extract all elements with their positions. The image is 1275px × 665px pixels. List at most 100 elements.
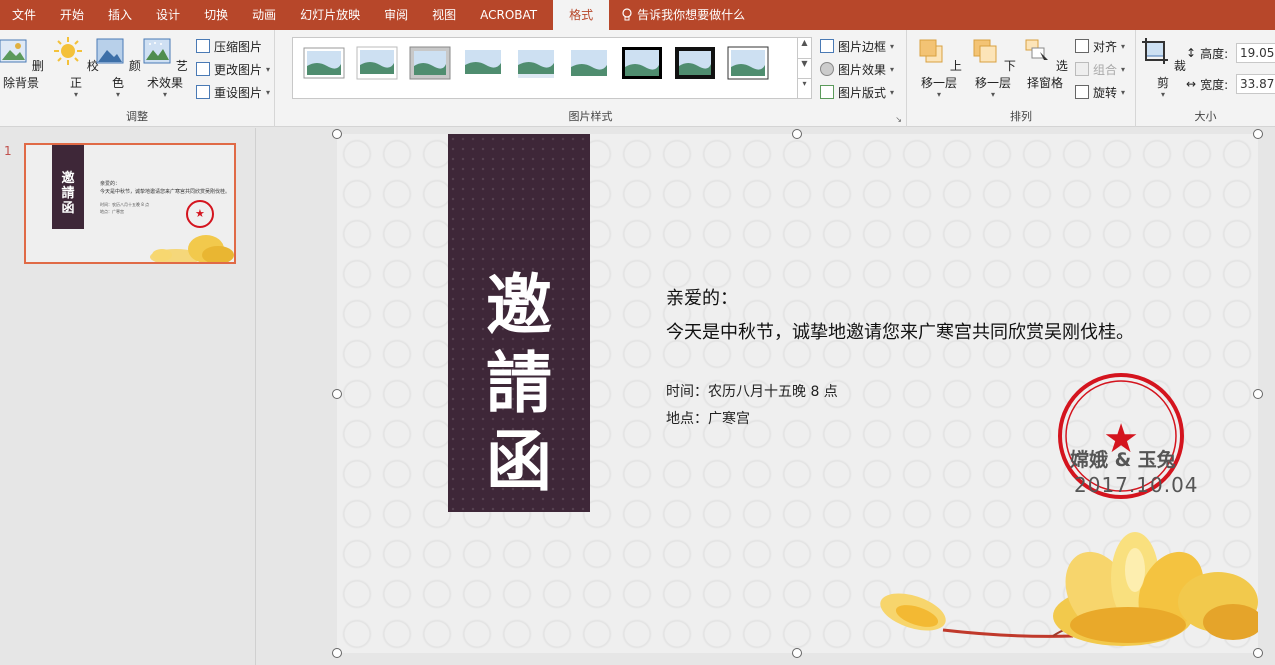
resize-handle-bottom-right[interactable] (1253, 648, 1263, 658)
style-thumb-4[interactable] (462, 46, 504, 80)
ribbon: 删除背景 校正 ▾ 颜色 ▾ 艺术效果 ▾ 压缩图片 更改图片 ▾ 重设图片 ▾… (0, 30, 1275, 127)
height-label: ↕ 高度: (1186, 46, 1229, 61)
place-text: 地点：广寒宫 (666, 411, 750, 427)
star-icon: ★ (195, 207, 205, 220)
ribbon-tab-bar: 文件 开始 插入 设计 切换 动画 幻灯片放映 审阅 视图 ACROBAT 格式… (0, 0, 1275, 30)
thumb-stamp: ★ (186, 200, 214, 228)
tell-me-text: 告诉我你想要做什么 (637, 8, 746, 22)
style-thumb-3[interactable] (409, 46, 451, 80)
gallery-scroll-down[interactable]: ▼ (797, 58, 811, 78)
lightbulb-icon (622, 8, 632, 21)
tell-me-box[interactable]: 告诉我你想要做什么 (621, 0, 745, 30)
group-picture-styles: ▲ ▼ ▾ 图片边框 ▾ 图片效果 ▾ 图片版式 ▾ 图片样式 ↘ (275, 30, 907, 127)
align-icon (1075, 39, 1089, 53)
crop-icon (1142, 38, 1169, 64)
color-button[interactable]: 颜色 ▾ (94, 36, 142, 99)
send-backward-button[interactable]: 下移一层 ▾ (965, 36, 1021, 99)
resize-handle-bottom-left[interactable] (332, 648, 342, 658)
tab-review[interactable]: 审阅 (372, 0, 420, 30)
tab-file[interactable]: 文件 (0, 0, 48, 30)
corrections-button[interactable]: 校正 ▾ (52, 36, 100, 99)
height-icon: ↕ (1186, 46, 1197, 60)
resize-handle-left[interactable] (332, 389, 342, 399)
bring-forward-button[interactable]: 上移一层 ▾ (911, 36, 967, 99)
picture-border-button[interactable]: 图片边框 ▾ (820, 36, 894, 56)
resize-handle-bottom[interactable] (792, 648, 802, 658)
dropdown-arrow-icon: ▾ (890, 41, 895, 51)
tab-slideshow[interactable]: 幻灯片放映 (288, 0, 372, 30)
dropdown-arrow-icon: ▾ (162, 90, 167, 99)
resize-handle-top[interactable] (792, 129, 802, 139)
width-icon: ↔ (1186, 77, 1197, 91)
style-thumb-1[interactable] (303, 46, 345, 80)
bring-forward-icon (919, 39, 943, 63)
style-thumb-7[interactable] (621, 46, 663, 80)
dialog-launcher-icon[interactable]: ↘ (895, 115, 902, 124)
reset-picture-icon (196, 85, 210, 99)
slide-number: 1 (4, 144, 12, 158)
crop-button[interactable]: 裁剪 ▾ (1140, 36, 1186, 99)
style-thumb-2[interactable] (356, 46, 398, 80)
tab-format[interactable]: 格式 (553, 0, 610, 30)
dropdown-arrow-icon: ▾ (266, 64, 271, 74)
group-adjust: 删除背景 校正 ▾ 颜色 ▾ 艺术效果 ▾ 压缩图片 更改图片 ▾ 重设图片 ▾… (0, 30, 275, 127)
dropdown-arrow-icon: ▾ (1160, 90, 1165, 99)
style-thumb-8[interactable] (674, 46, 716, 80)
tab-transitions[interactable]: 切换 (192, 0, 240, 30)
group-label-picture-styles: 图片样式 (568, 110, 613, 123)
style-thumb-9[interactable] (727, 46, 769, 80)
tab-insert[interactable]: 插入 (96, 0, 144, 30)
resize-handle-right[interactable] (1253, 389, 1263, 399)
picture-effects-button[interactable]: 图片效果 ▾ (820, 59, 894, 79)
picture-color-icon (96, 38, 124, 64)
slide-title: 邀 請 函 (486, 266, 552, 500)
group-icon (1075, 62, 1089, 76)
picture-styles-gallery[interactable]: ▲ ▼ ▾ (292, 37, 812, 99)
layout-icon (820, 85, 834, 99)
dropdown-arrow-icon: ▾ (990, 90, 995, 99)
dropdown-arrow-icon: ▾ (890, 87, 895, 97)
dropdown-arrow-icon: ▾ (890, 64, 895, 74)
dropdown-arrow-icon: ▾ (1121, 41, 1126, 51)
lotus-decoration (880, 532, 1258, 646)
dropdown-arrow-icon: ▾ (266, 87, 271, 97)
reset-picture-button[interactable]: 重设图片 ▾ (196, 82, 270, 102)
style-thumb-6[interactable] (568, 46, 610, 80)
thumb-lotus (150, 235, 234, 262)
group-button[interactable]: 组合 ▾ (1075, 59, 1125, 79)
compress-pictures-button[interactable]: 压缩图片 (196, 36, 262, 56)
remove-background-icon (0, 39, 27, 63)
change-picture-icon (196, 62, 210, 76)
align-button[interactable]: 对齐 ▾ (1075, 36, 1125, 56)
slide-thumbnail-1[interactable]: 邀 請 函 亲爱的： 今天是中秋节，诚挚地邀请您来广寒宫共同欣赏吴刚伐桂。 时间… (24, 143, 236, 264)
gallery-scroll-up[interactable]: ▲ (797, 38, 811, 58)
width-input[interactable]: 33.87 (1236, 74, 1275, 94)
main-slide[interactable]: 邀 請 函 亲爱的： 今天是中秋节，诚挚地邀请您来广寒宫共同欣赏吴刚伐桂。 时间… (337, 134, 1258, 653)
selection-pane-button[interactable]: 选择窗格 (1017, 36, 1073, 91)
group-arrange: 上移一层 ▾ 下移一层 ▾ 选择窗格 对齐 ▾ 组合 ▾ 旋转 ▾ 排列 (907, 30, 1136, 127)
picture-layout-button[interactable]: 图片版式 ▾ (820, 82, 894, 102)
tab-animations[interactable]: 动画 (240, 0, 288, 30)
resize-handle-top-left[interactable] (332, 129, 342, 139)
change-picture-button[interactable]: 更改图片 ▾ (196, 59, 270, 79)
tab-acrobat[interactable]: ACROBAT (468, 0, 549, 30)
selection-pane-icon (1025, 39, 1049, 64)
send-backward-icon (973, 39, 997, 63)
thumb-time: 时间：农历八月十五晚 8 点 (100, 202, 150, 207)
dropdown-arrow-icon: ▾ (1121, 64, 1126, 74)
pencil-icon (820, 39, 834, 53)
time-text: 时间：农历八月十五晚 8 点 (666, 384, 838, 400)
thumb-message: 今天是中秋节，诚挚地邀请您来广寒宫共同欣赏吴刚伐桂。 (100, 189, 231, 195)
dropdown-arrow-icon: ▾ (115, 90, 120, 99)
remove-background-button[interactable]: 删除背景 (0, 36, 46, 91)
rotate-button[interactable]: 旋转 ▾ (1075, 82, 1125, 102)
tab-home[interactable]: 开始 (48, 0, 96, 30)
gallery-more[interactable]: ▾ (797, 78, 811, 98)
sun-icon (54, 37, 83, 65)
style-thumb-5[interactable] (515, 46, 557, 80)
artistic-effects-button[interactable]: 艺术效果 ▾ (138, 36, 192, 99)
resize-handle-top-right[interactable] (1253, 129, 1263, 139)
tab-view[interactable]: 视图 (420, 0, 468, 30)
tab-design[interactable]: 设计 (144, 0, 192, 30)
height-input[interactable]: 19.05 (1236, 43, 1275, 63)
